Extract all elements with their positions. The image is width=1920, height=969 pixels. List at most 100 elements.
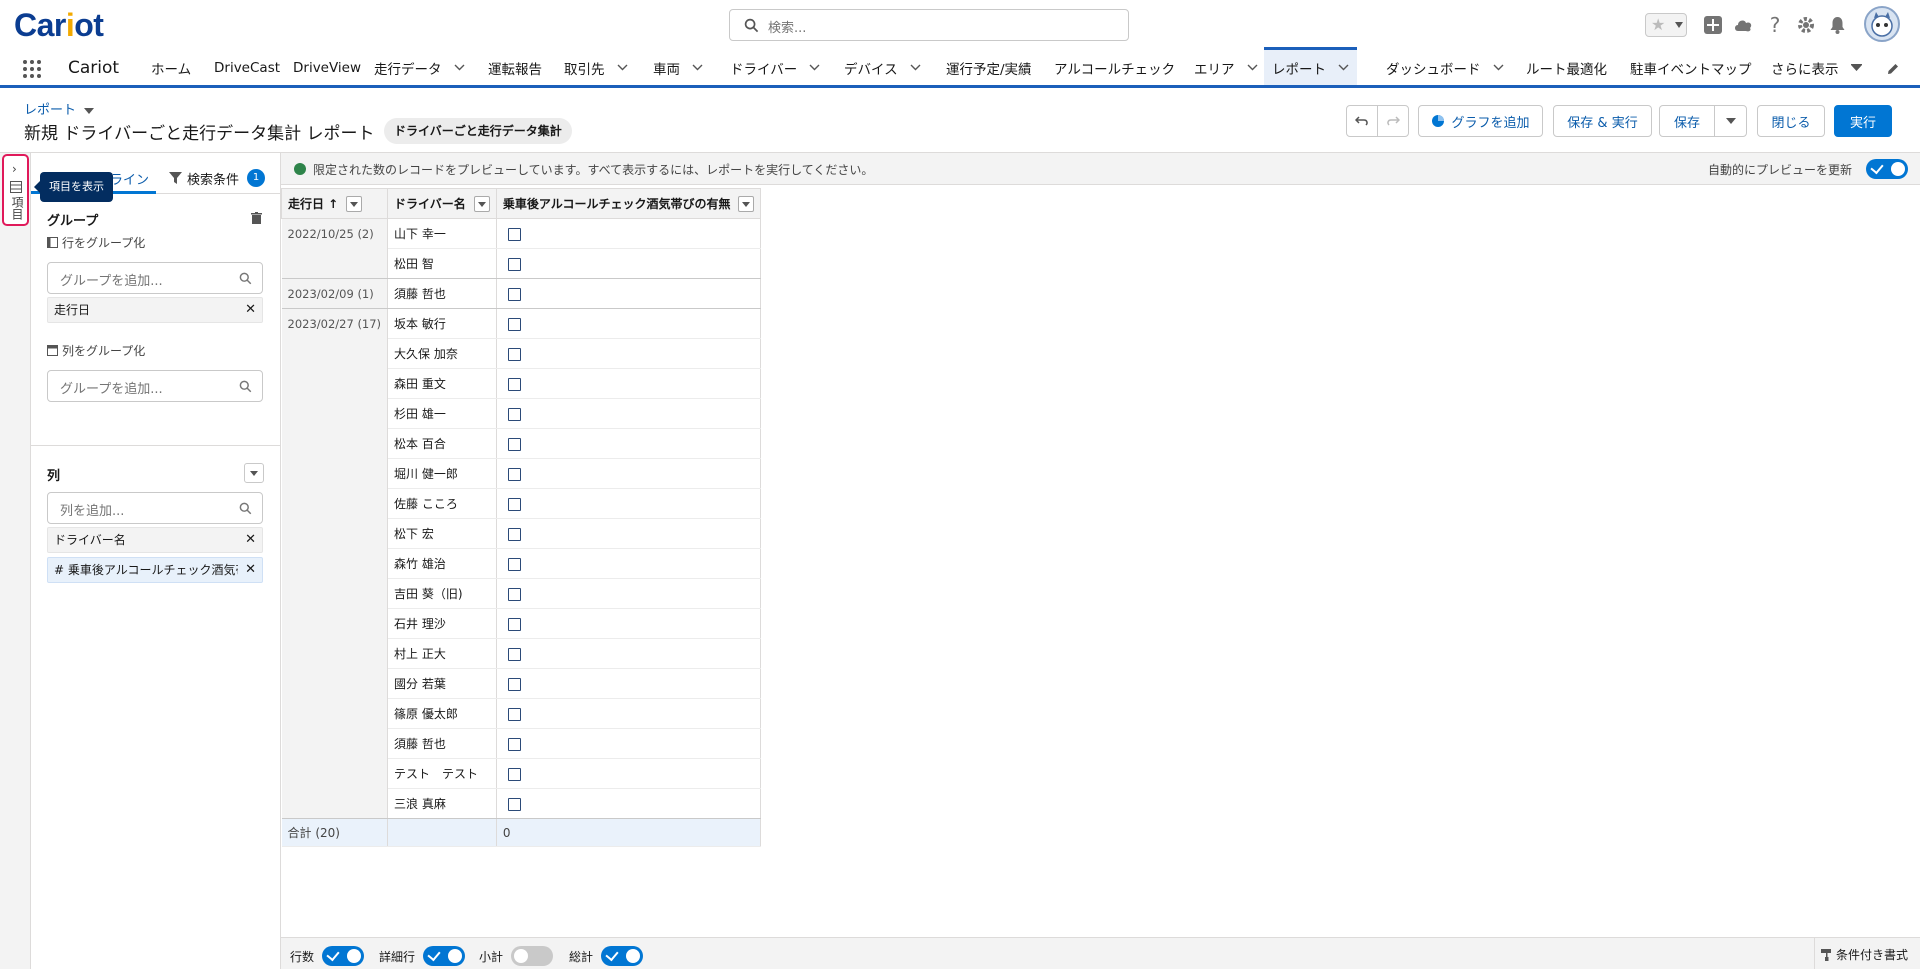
filters-label: 検索条件 [187, 172, 240, 188]
breadcrumb-label[interactable]: レポート [24, 103, 76, 118]
global-search[interactable]: 検索... [729, 9, 1129, 41]
remove-row-group-close-icon[interactable]: ✕ [245, 298, 256, 322]
save-and-run-button[interactable]: 保存 & 実行 [1553, 105, 1652, 137]
columns-title: 列 [47, 469, 61, 484]
chevron-down-icon[interactable] [1247, 64, 1258, 71]
remove-column-close-icon[interactable]: ✕ [245, 528, 256, 552]
save-button[interactable]: 保存 [1659, 105, 1715, 137]
columns-menu-button[interactable] [244, 463, 264, 483]
chevron-down-icon[interactable] [1338, 64, 1349, 71]
help-icon[interactable]: ? [1762, 12, 1788, 38]
run-button[interactable]: 実行 [1834, 105, 1892, 137]
conditional-format-button[interactable]: 条件付き書式 [1820, 946, 1908, 963]
user-avatar[interactable] [1864, 6, 1900, 42]
nav-item-15[interactable]: 駐車イベントマップ [1630, 50, 1752, 85]
column-header-label: 乗車後アルコールチェック酒気帯びの有無 [502, 196, 731, 211]
cariot-logo[interactable]: Cariot [14, 7, 104, 44]
chevron-down-icon[interactable] [454, 64, 465, 71]
conditional-format-label: 条件付き書式 [1835, 948, 1908, 962]
unchecked-checkbox-icon [507, 647, 521, 661]
column-menu-icon[interactable] [738, 196, 755, 213]
add-chart-button[interactable]: グラフを追加 [1418, 105, 1543, 137]
nav-item-6[interactable]: 車両 [653, 50, 703, 85]
row-count-control: 行数 [290, 946, 365, 966]
alcohol-check-cell [496, 698, 762, 729]
nav-item-label: 取引先 [564, 61, 605, 78]
alcohol-check-cell [496, 608, 762, 639]
tab-filters[interactable]: 検索条件 1 [169, 163, 266, 193]
add-column-input[interactable]: 列を追加... [47, 492, 263, 524]
app-name: Cariot [68, 58, 120, 78]
unchecked-checkbox-icon [507, 227, 521, 241]
nav-item-10[interactable]: アルコールチェック [1054, 50, 1175, 85]
redo-icon [1387, 116, 1400, 126]
report-title: 新規 ドライバーごと走行データ集計 レポート [24, 119, 400, 144]
detail-rows-toggle[interactable] [423, 946, 466, 966]
outline-panel: アウトライン 検索条件 1 グループ 行をグループ化 グループを追加... 走行… [31, 153, 281, 969]
setup-gear-icon[interactable] [1793, 12, 1819, 38]
redo-button[interactable] [1377, 105, 1409, 137]
auto-update-toggle[interactable] [1866, 159, 1908, 179]
nav-item-1[interactable]: DriveCast [214, 50, 280, 85]
nav-item-16[interactable]: さらに表示 [1771, 50, 1862, 85]
chevron-down-icon[interactable] [1493, 64, 1504, 71]
global-actions-icon[interactable] [1700, 12, 1726, 38]
grand-total-toggle[interactable] [601, 946, 644, 966]
favorites-button[interactable]: ★ [1645, 13, 1687, 37]
preview-notice: 限定された数のレコードをプレビューしています。すべて表示するには、レポートを実行… [281, 153, 1920, 185]
nav-item-4[interactable]: 運転報告 [488, 50, 542, 85]
column-chip-alcohol[interactable]: # 乗車後アルコールチェック酒気帯びの有無 ✕ [47, 557, 263, 583]
nav-item-2[interactable]: DriveView [293, 50, 361, 85]
alcohol-check-cell [496, 248, 762, 279]
chevron-down-icon[interactable] [809, 64, 820, 71]
nav-item-11[interactable]: エリア [1194, 50, 1258, 85]
remove-all-groups-trash-icon[interactable] [251, 212, 262, 224]
column-menu-icon[interactable] [346, 196, 363, 213]
driver-name-cell: 國分 若葉 [387, 668, 497, 699]
row-group-chip[interactable]: 走行日 ✕ [47, 297, 263, 323]
add-column-group-input[interactable]: グループを追加... [47, 370, 263, 402]
nav-item-0[interactable]: ホーム [151, 50, 191, 85]
save-menu-button[interactable] [1714, 105, 1747, 137]
nav-item-14[interactable]: ルート最適化 [1526, 50, 1607, 85]
column-header-date[interactable]: 走行日 ↑ [280, 188, 389, 219]
chevron-down-icon[interactable] [1850, 64, 1862, 71]
column-chip-driver[interactable]: ドライバー名 ✕ [47, 527, 263, 553]
driver-name-cell: 吉田 葵（旧) [387, 578, 497, 609]
remove-column-close-icon[interactable]: ✕ [245, 558, 256, 582]
app-launcher-icon[interactable] [22, 59, 42, 79]
column-header-label: ドライバー名 [394, 196, 466, 211]
column-menu-icon[interactable] [473, 196, 490, 213]
group-cols-label: 列をグループ化 [47, 342, 145, 359]
alcohol-check-cell [496, 548, 762, 579]
chevron-down-icon[interactable] [910, 64, 921, 71]
breadcrumb[interactable]: レポート [24, 99, 95, 118]
nav-item-7[interactable]: ドライバー [730, 50, 820, 85]
add-row-group-input[interactable]: グループを追加... [47, 262, 263, 294]
row-count-toggle[interactable] [322, 946, 365, 966]
nav-item-13[interactable]: ダッシュボード [1386, 50, 1504, 85]
caret-down-icon[interactable] [84, 107, 95, 114]
edit-nav-pencil-icon[interactable] [1886, 62, 1900, 76]
alcohol-check-cell [496, 218, 762, 249]
subtotal-toggle[interactable] [511, 946, 554, 966]
nav-item-9[interactable]: 運行予定/実績 [946, 50, 1032, 85]
alcohol-check-cell [496, 368, 762, 399]
nav-item-12[interactable]: レポート [1264, 47, 1357, 85]
undo-button[interactable] [1346, 105, 1378, 137]
close-button[interactable]: 閉じる [1757, 105, 1825, 137]
chevron-down-icon[interactable] [617, 64, 628, 71]
driver-name-cell: テスト テスト [387, 758, 497, 789]
nav-item-5[interactable]: 取引先 [564, 50, 628, 85]
column-header-driver[interactable]: ドライバー名 [387, 188, 497, 219]
nav-item-8[interactable]: デバイス [844, 50, 921, 85]
trailhead-icon[interactable] [1731, 12, 1757, 38]
notifications-bell-icon[interactable] [1824, 12, 1850, 38]
unchecked-checkbox-icon [507, 497, 521, 511]
chevron-down-icon[interactable] [692, 64, 703, 71]
nav-item-3[interactable]: 走行データ [374, 50, 465, 85]
show-fields-button[interactable]: › 項目 [2, 154, 29, 226]
column-chip-label: # 乗車後アルコールチェック酒気帯びの有無 [54, 563, 238, 577]
column-header-alcohol[interactable]: 乗車後アルコールチェック酒気帯びの有無 [495, 188, 762, 219]
alcohol-check-cell [496, 668, 762, 699]
